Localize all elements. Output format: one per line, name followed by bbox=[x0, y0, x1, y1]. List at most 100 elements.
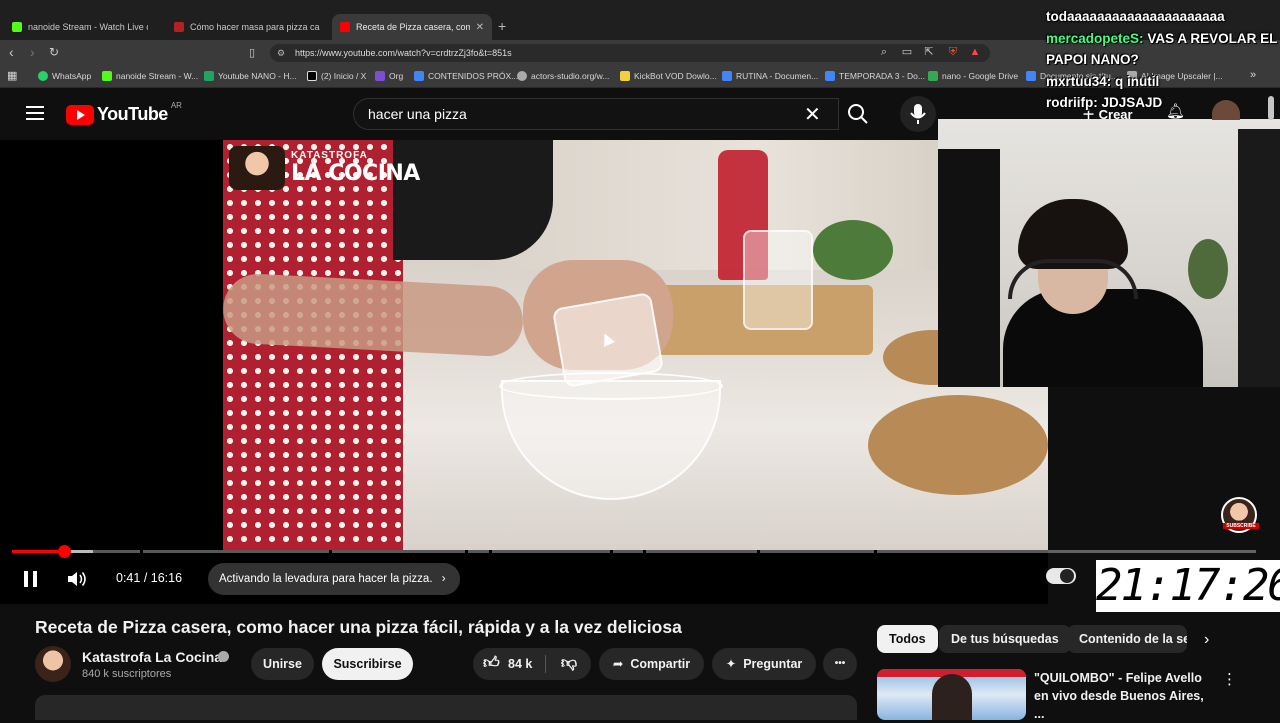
org-icon bbox=[375, 71, 385, 81]
tab-receta-pizza[interactable]: Receta de Pizza casera, como ✕ bbox=[332, 14, 492, 40]
back-icon[interactable]: ‹ bbox=[9, 44, 14, 60]
subscriber-count: 840 k suscriptores bbox=[82, 668, 172, 680]
youtube-play-icon bbox=[66, 104, 94, 125]
chapter-button[interactable]: Activando la levadura para hacer la pizz… bbox=[208, 563, 460, 595]
ask-label: Preguntar bbox=[743, 657, 803, 671]
plant bbox=[813, 220, 893, 280]
voice-search-button[interactable] bbox=[900, 96, 936, 132]
site-settings-icon[interactable]: ⚙ bbox=[277, 44, 285, 62]
chapter-segment[interactable] bbox=[332, 550, 465, 553]
volume-button[interactable] bbox=[66, 570, 88, 588]
bookmark-youtube-nano[interactable]: Youtube NANO - H... bbox=[204, 71, 297, 81]
bookmark-rutina[interactable]: RUTINA - Documen... bbox=[722, 71, 818, 81]
chapter-segment[interactable] bbox=[760, 550, 874, 553]
chip-todos[interactable]: Todos bbox=[877, 625, 938, 653]
ask-button[interactable]: ✦ Preguntar bbox=[712, 648, 816, 680]
bookmark-icon[interactable]: ▯ bbox=[249, 46, 255, 59]
progress-bar[interactable] bbox=[12, 545, 1256, 558]
zoom-icon[interactable]: ⌕ bbox=[877, 45, 891, 59]
chat-user: mxrtuu34: bbox=[1046, 73, 1112, 89]
bookmark-whatsapp[interactable]: WhatsApp bbox=[38, 71, 91, 81]
tab-label: Cómo hacer masa para pizza casera bbox=[190, 22, 320, 32]
pause-button[interactable] bbox=[24, 571, 38, 587]
chat-user: rodriifp: bbox=[1046, 95, 1098, 110]
stream-chat-overlay: todaaaaaaaaaaaaaaaaaaaaa mercadopeteS: V… bbox=[1046, 6, 1280, 114]
bookmark-label: KickBot VOD Dowlo... bbox=[634, 71, 717, 81]
scrubber-handle[interactable] bbox=[58, 545, 72, 558]
rewards-icon[interactable]: ▲ bbox=[968, 45, 982, 59]
search-button[interactable] bbox=[838, 98, 878, 130]
chapter-segment[interactable] bbox=[613, 550, 643, 553]
bookmark-x[interactable]: (2) Inicio / X bbox=[307, 71, 366, 81]
share-button[interactable]: ➦ Compartir bbox=[599, 648, 704, 680]
video-frame[interactable]: KATASTROFA LA COCINA bbox=[223, 140, 1048, 550]
chat-text: JDJSAJD bbox=[1101, 95, 1163, 110]
volume-icon bbox=[68, 572, 86, 586]
youtube-icon bbox=[340, 22, 350, 32]
played-bar bbox=[12, 550, 65, 553]
recommended-title[interactable]: "QUILOMBO" - Felipe Avello en vivo desde… bbox=[1034, 669, 1212, 723]
bookmark-kickbot[interactable]: KickBot VOD Dowlo... bbox=[620, 71, 717, 81]
chapter-segment[interactable] bbox=[492, 550, 610, 553]
youtube-logo[interactable]: YouTube AR bbox=[66, 101, 182, 125]
bookmark-contenidos[interactable]: CONTENIDOS PRÓX... bbox=[414, 71, 518, 81]
search-input[interactable]: hacer una pizza bbox=[353, 98, 839, 130]
chip-contenido-serie[interactable]: Contenido de la ser bbox=[1067, 625, 1187, 653]
new-tab-button[interactable]: + bbox=[498, 18, 506, 34]
drive-icon bbox=[928, 71, 938, 81]
like-button[interactable]: 👍︎ 84 k bbox=[473, 648, 545, 680]
reload-icon[interactable]: ↻ bbox=[49, 45, 59, 59]
bookmark-actors-studio[interactable]: actors-studio.org/w... bbox=[517, 71, 609, 81]
clear-search-icon[interactable]: ✕ bbox=[804, 102, 821, 127]
cast-icon[interactable]: ▭ bbox=[900, 45, 914, 59]
thumbs-up-icon: 👍︎ bbox=[483, 655, 500, 672]
chapter-segment[interactable] bbox=[877, 550, 1256, 553]
channel-avatar[interactable] bbox=[35, 646, 71, 682]
tab-masa-pizza[interactable]: Cómo hacer masa para pizza casera bbox=[166, 14, 328, 40]
recommended-thumbnail[interactable] bbox=[877, 669, 1026, 720]
share-icon[interactable]: ⇱ bbox=[922, 45, 936, 59]
chat-message: mxrtuu34: q inutil bbox=[1046, 71, 1280, 93]
description-box[interactable] bbox=[35, 695, 857, 720]
docs-icon bbox=[1026, 71, 1036, 81]
time-total: 16:16 bbox=[150, 571, 183, 585]
chapter-segment[interactable] bbox=[468, 550, 489, 553]
chat-message: mercadopeteS: VAS A REVOLAR EL PAPOI NAN… bbox=[1046, 28, 1280, 71]
menu-icon[interactable] bbox=[26, 106, 44, 120]
video-player[interactable]: KATASTROFA LA COCINA 0:41 / 16:16 Activa… bbox=[0, 140, 1256, 604]
autoplay-toggle[interactable] bbox=[1046, 568, 1076, 584]
bookmark-drive[interactable]: nano - Google Drive bbox=[928, 71, 1018, 81]
join-button[interactable]: Unirse bbox=[251, 648, 314, 680]
bookmark-org[interactable]: Org bbox=[375, 71, 403, 81]
stream-clock: 21:17:26 bbox=[1096, 560, 1280, 612]
bookmark-nanoide[interactable]: nanoide Stream - W... bbox=[102, 71, 198, 81]
close-tab-icon[interactable]: ✕ bbox=[476, 22, 484, 33]
bookmark-temporada[interactable]: TEMPORADA 3 - Do... bbox=[825, 71, 925, 81]
site-favicon-icon bbox=[174, 22, 184, 32]
bookmark-label: Youtube NANO - H... bbox=[218, 71, 297, 81]
chevron-right-icon[interactable]: › bbox=[1204, 631, 1209, 649]
chapter-segment[interactable] bbox=[143, 550, 329, 553]
chapter-segment[interactable] bbox=[646, 550, 757, 553]
verified-check-icon bbox=[218, 651, 229, 662]
kebab-menu-icon[interactable]: ⋮ bbox=[1222, 670, 1237, 688]
dark-panel bbox=[1238, 129, 1280, 387]
channel-name[interactable]: Katastrofa La Cocina bbox=[82, 649, 222, 665]
docs-icon bbox=[722, 71, 732, 81]
subscribe-watermark-label: SUBSCRIBE bbox=[1223, 523, 1259, 529]
more-actions-button[interactable]: ••• bbox=[823, 648, 857, 680]
brave-shield-icon[interactable]: ⛨ bbox=[946, 45, 960, 59]
forward-icon[interactable]: › bbox=[30, 44, 35, 60]
bookmark-label: nano - Google Drive bbox=[942, 71, 1019, 81]
microphone-icon bbox=[910, 104, 926, 124]
subscribe-button[interactable]: Suscribirse bbox=[322, 648, 413, 680]
video-title: Receta de Pizza casera, como hacer una p… bbox=[35, 617, 682, 637]
time-current: 0:41 bbox=[116, 571, 141, 585]
tab-label: nanoide Stream - Watch Live on bbox=[28, 22, 148, 32]
watermark-big-text: LA COCINA bbox=[291, 161, 420, 186]
apps-grid-icon[interactable]: ▦ bbox=[7, 69, 17, 82]
chip-de-tus-busquedas[interactable]: De tus búsquedas bbox=[939, 625, 1071, 653]
dislike-button[interactable]: 👎︎ bbox=[551, 648, 587, 680]
subscribe-watermark[interactable]: SUBSCRIBE bbox=[1221, 497, 1259, 533]
tab-nanoide-stream[interactable]: nanoide Stream - Watch Live on bbox=[4, 14, 156, 40]
